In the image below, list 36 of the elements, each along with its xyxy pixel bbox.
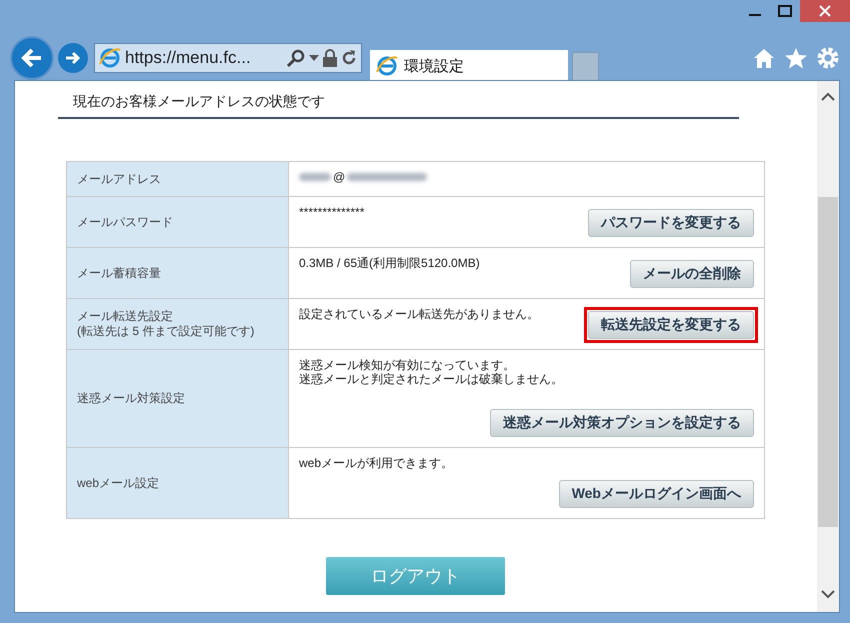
lock-icon[interactable] <box>323 49 337 67</box>
close-icon[interactable] <box>800 0 850 22</box>
refresh-icon[interactable] <box>341 49 357 67</box>
address-bar[interactable]: https://menu.fc... <box>94 43 362 73</box>
cell-text: webメールが利用できます。 <box>299 456 454 470</box>
cell-text: 迷惑メールと判定されたメールは破棄しません。 <box>299 372 564 386</box>
row-label: 迷惑メール対策設定 <box>77 391 186 406</box>
browser-tab[interactable]: 環境設定 <box>370 50 568 82</box>
row-label: メールアドレス <box>77 172 162 186</box>
new-tab-button[interactable] <box>572 52 599 82</box>
section-heading: 現在のお客様メールアドレスの状態です <box>58 81 739 119</box>
cell-text: 設定されているメール転送先がありません。 <box>299 307 540 321</box>
cell-text: ************** <box>299 205 366 219</box>
action-button[interactable]: 転送先設定を変更する <box>588 311 754 339</box>
row-label: メールパスワード <box>77 214 174 230</box>
row-label: メール蓄積容量 <box>77 266 162 280</box>
browser-icon <box>99 47 121 69</box>
cell-text: 0.3MB / 65通(利用制限5120.0MB) <box>299 256 481 270</box>
scroll-down-icon[interactable] <box>821 590 835 600</box>
forward-icon[interactable] <box>58 43 88 73</box>
back-icon[interactable] <box>10 36 54 80</box>
action-button[interactable]: Webメールログイン画面へ <box>558 480 754 508</box>
row-label: webメール設定 <box>77 476 160 490</box>
scrollbar[interactable] <box>817 81 839 612</box>
row-label: (転送先は 5 件まで設定可能です) <box>77 324 256 339</box>
search-icon[interactable] <box>287 49 305 67</box>
caret-icon[interactable] <box>309 55 319 61</box>
action-button[interactable]: 迷惑メール対策オプションを設定する <box>490 409 754 437</box>
action-button[interactable]: メールの全削除 <box>630 260 754 288</box>
email-address: @ <box>299 170 754 184</box>
action-button[interactable]: パスワードを変更する <box>588 209 754 237</box>
cell-text: 迷惑メール検知が有効になっています。 <box>299 358 516 372</box>
scroll-up-icon[interactable] <box>821 91 835 101</box>
star-icon[interactable] <box>784 47 808 69</box>
row-label: メール転送先設定 <box>77 309 174 324</box>
browser-icon <box>376 55 398 77</box>
